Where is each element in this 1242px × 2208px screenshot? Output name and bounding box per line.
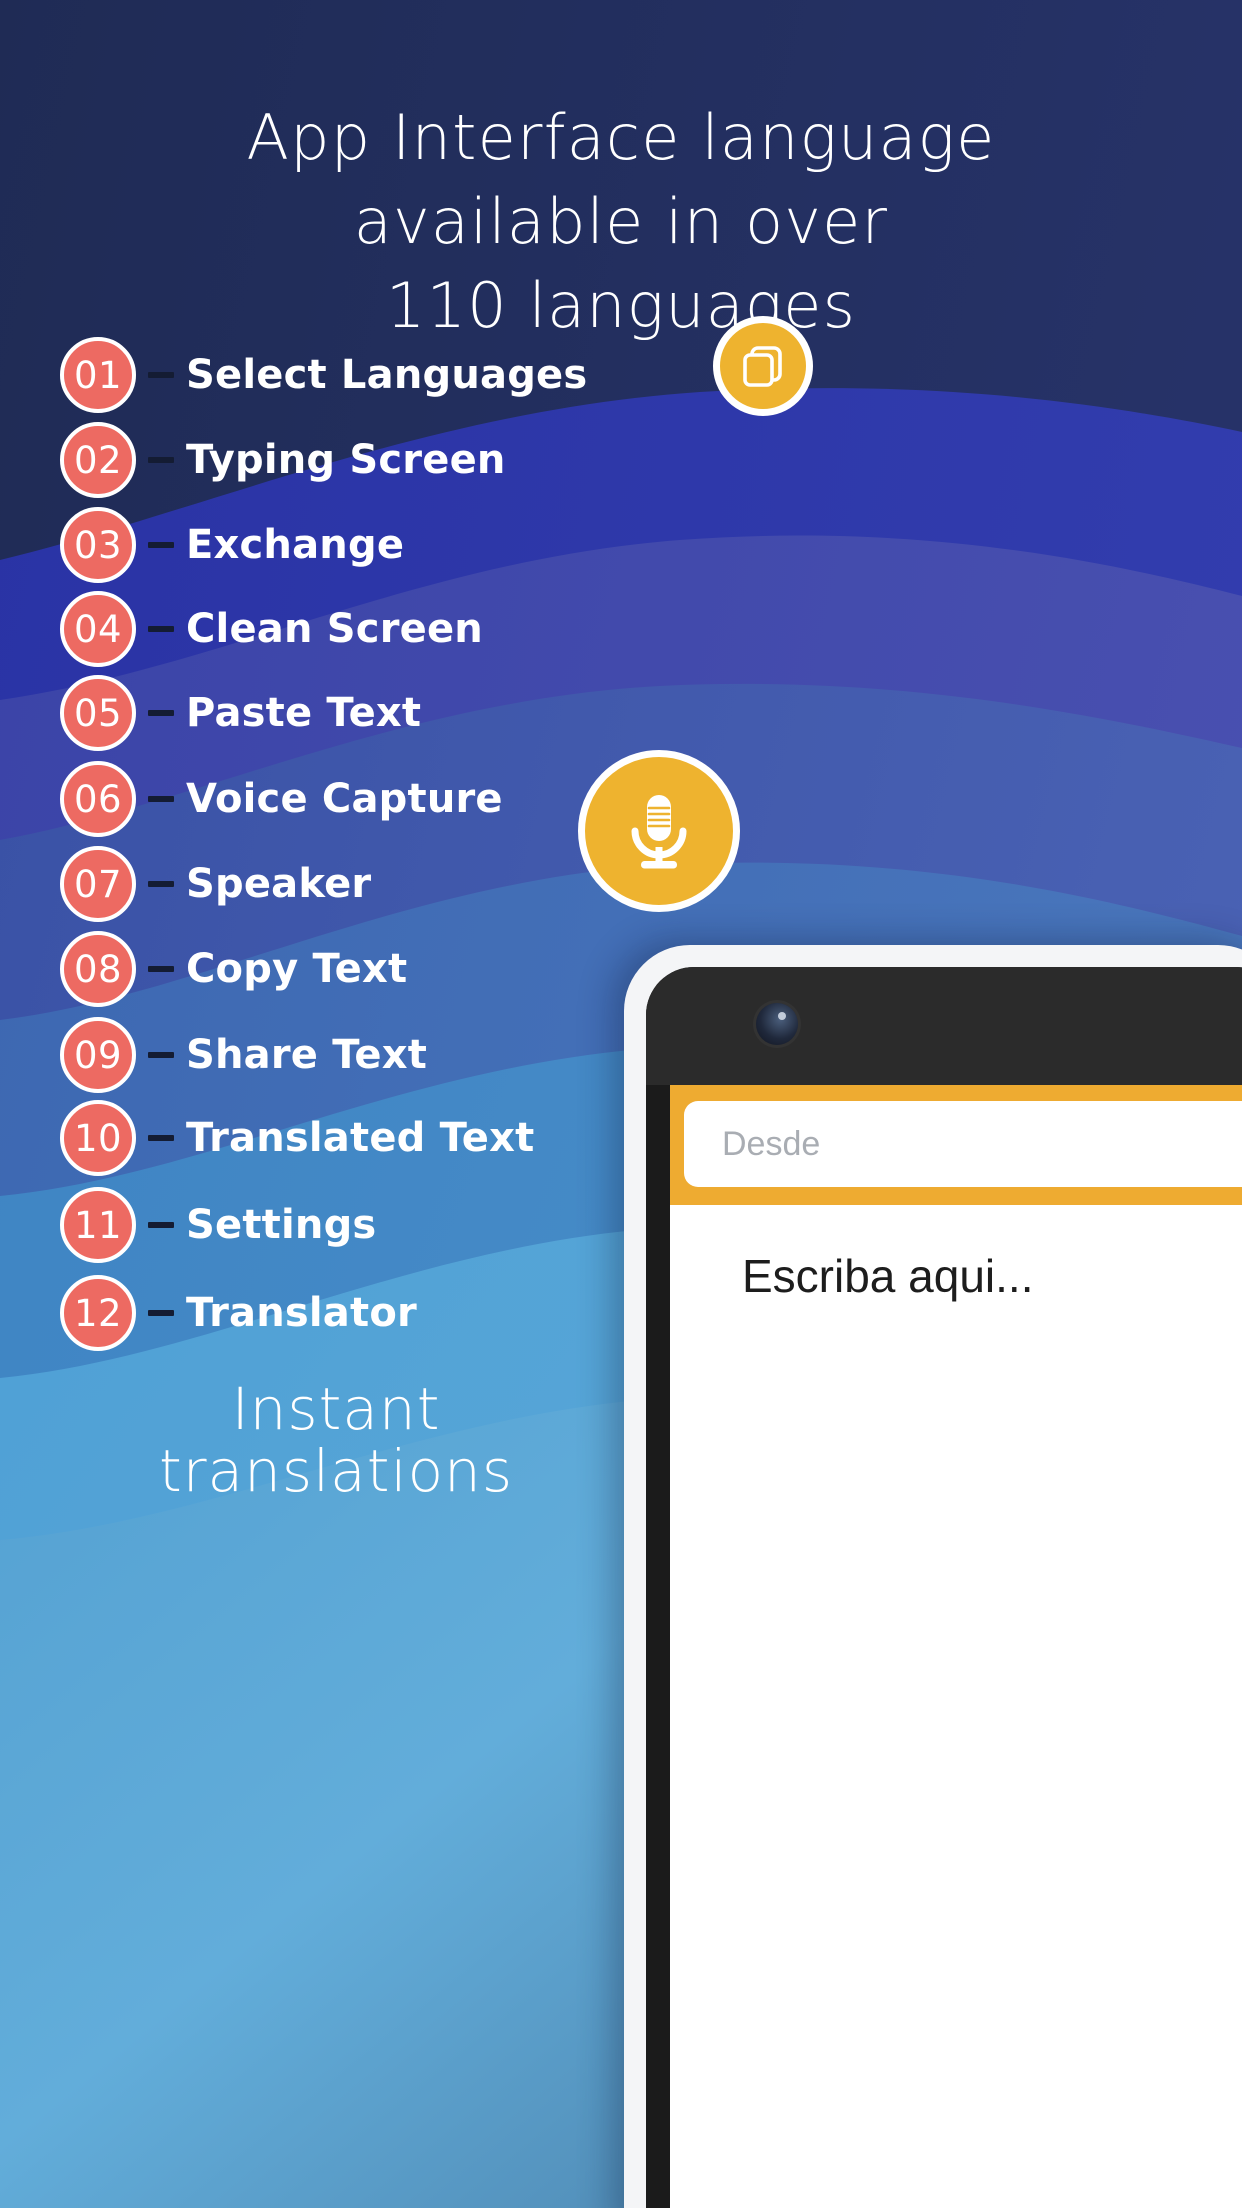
copy-icon-button[interactable] [713, 316, 813, 416]
tagline-line-1: Instant [231, 1375, 441, 1443]
phone-screen: Desde Escriba aqui... [670, 1085, 1242, 2208]
feature-label: Share Text [186, 1032, 428, 1078]
dash-separator [148, 457, 174, 463]
text-input-area[interactable]: Escriba aqui... [670, 1205, 1242, 2208]
feature-row-06[interactable]: 06 Voice Capture [60, 759, 503, 839]
tagline-line-2: translations [158, 1437, 514, 1505]
feature-number-badge: 06 [60, 761, 136, 837]
feature-row-09[interactable]: 09 Share Text [60, 1015, 427, 1095]
feature-label: Copy Text [186, 946, 408, 992]
feature-number-badge: 12 [60, 1275, 136, 1351]
feature-label: Voice Capture [186, 776, 503, 822]
feature-label: Speaker [186, 861, 372, 907]
feature-row-04[interactable]: 04 Clean Screen [60, 589, 483, 669]
feature-number-badge: 11 [60, 1187, 136, 1263]
text-input-placeholder: Escriba aqui... [742, 1250, 1034, 1302]
feature-row-02[interactable]: 02 Typing Screen [60, 420, 506, 500]
feature-row-08[interactable]: 08 Copy Text [60, 929, 407, 1009]
feature-label: Translator [186, 1290, 417, 1336]
feature-label: Typing Screen [186, 437, 506, 483]
feature-row-07[interactable]: 07 Speaker [60, 844, 371, 924]
dash-separator [148, 796, 174, 802]
dash-separator [148, 1222, 174, 1228]
feature-label: Translated Text [186, 1115, 535, 1161]
feature-label: Select Languages [186, 352, 588, 398]
feature-number-badge: 03 [60, 507, 136, 583]
front-camera-icon [756, 1003, 798, 1045]
source-language-field[interactable]: Desde [684, 1101, 1242, 1187]
copy-icon [743, 346, 782, 387]
promo-graphic: App Interface language available in over… [0, 0, 1242, 2208]
feature-row-11[interactable]: 11 Settings [60, 1185, 376, 1265]
microphone-icon [631, 795, 687, 869]
source-language-value: Desde [722, 1124, 821, 1163]
feature-number-badge: 04 [60, 591, 136, 667]
feature-row-03[interactable]: 03 Exchange [60, 505, 404, 585]
camera-glint [778, 1012, 786, 1020]
feature-number-badge: 05 [60, 675, 136, 751]
feature-number-badge: 07 [60, 846, 136, 922]
feature-row-10[interactable]: 10 Translated Text [60, 1098, 534, 1178]
phone-mockup: Desde Escriba aqui... [624, 945, 1242, 2208]
feature-number-badge: 01 [60, 337, 136, 413]
dash-separator [148, 542, 174, 548]
feature-row-05[interactable]: 05 Paste Text [60, 673, 421, 753]
dash-separator [148, 881, 174, 887]
dash-separator [148, 966, 174, 972]
feature-row-01[interactable]: 01 Select Languages [60, 335, 587, 415]
feature-number-badge: 08 [60, 931, 136, 1007]
microphone-icon-button[interactable] [578, 750, 740, 912]
dash-separator [148, 1135, 174, 1141]
feature-row-12[interactable]: 12 Translator [60, 1273, 417, 1353]
dash-separator [148, 626, 174, 632]
feature-label: Clean Screen [186, 606, 483, 652]
feature-label: Settings [186, 1202, 377, 1248]
dash-separator [148, 710, 174, 716]
phone-top-bezel [646, 967, 1242, 1085]
language-selector-bar: Desde [670, 1085, 1242, 1205]
dash-separator [148, 372, 174, 378]
feature-label: Exchange [186, 522, 405, 568]
feature-label: Paste Text [186, 690, 422, 736]
feature-number-badge: 02 [60, 422, 136, 498]
feature-number-badge: 09 [60, 1017, 136, 1093]
tagline: Instant translations [0, 1378, 672, 1502]
dash-separator [148, 1310, 174, 1316]
feature-number-badge: 10 [60, 1100, 136, 1176]
dash-separator [148, 1052, 174, 1058]
